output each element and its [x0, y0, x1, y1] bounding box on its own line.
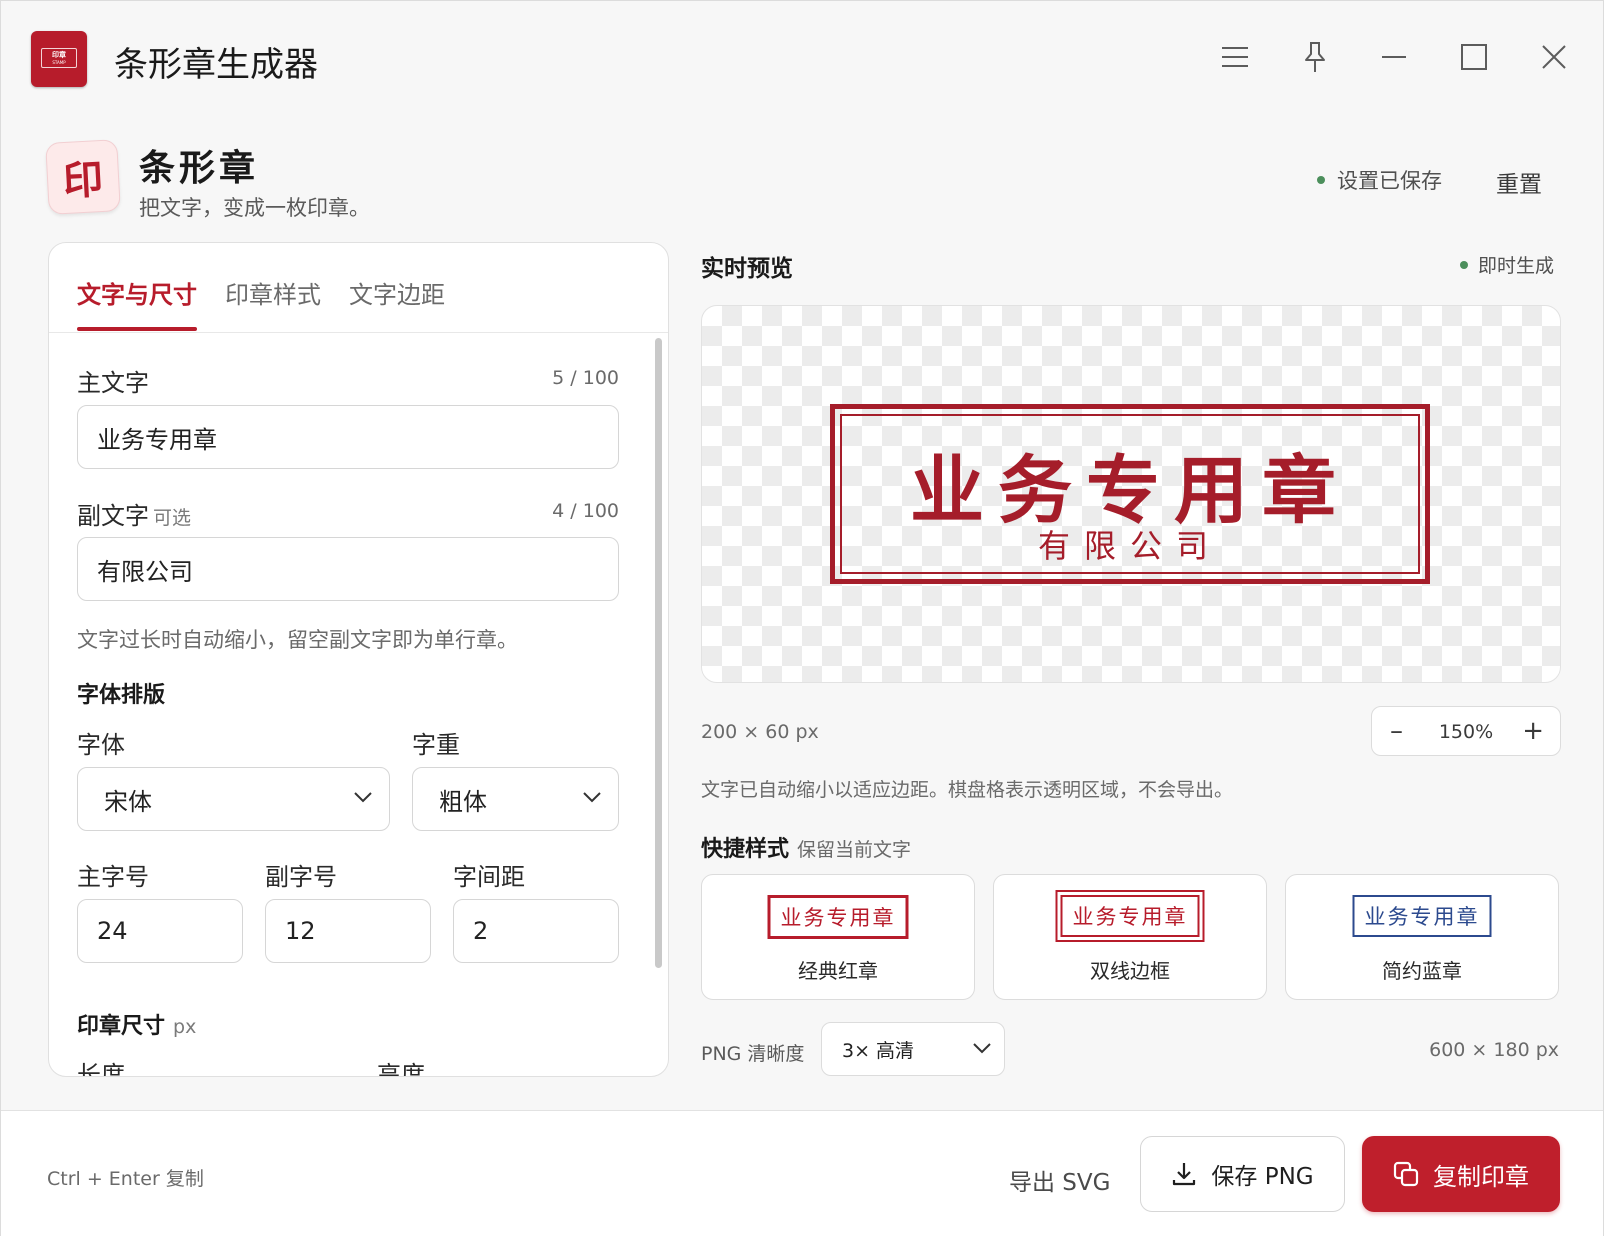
png-quality-label: PNG 清晰度 — [701, 1043, 805, 1065]
sub-text-label: 副文字 — [77, 502, 149, 530]
stamp-app-icon: 印 — [45, 139, 121, 215]
settings-tabs: 文字与尺寸 印章样式 文字边距 — [49, 243, 668, 333]
tab-text-size[interactable]: 文字与尺寸 — [77, 275, 197, 310]
main-text-label: 主文字 — [77, 369, 149, 397]
settings-scrollbar[interactable] — [655, 338, 662, 968]
png-quality-value: 3× 高清 — [842, 1039, 915, 1062]
main-text-input[interactable]: 业务专用章 — [77, 405, 619, 469]
typography-section-title: 字体排版 — [77, 683, 166, 708]
active-tab-indicator — [77, 327, 197, 331]
close-icon — [1542, 45, 1566, 69]
stamp-size-title: 印章尺寸 — [77, 1014, 166, 1039]
app-logo-text: 印章 — [52, 51, 66, 59]
maximize-icon — [1461, 44, 1487, 70]
stamp-preview: 业务专用章 有限公司 — [830, 404, 1430, 584]
reset-button[interactable]: 重置 — [1496, 165, 1542, 199]
sub-size-input[interactable]: 12 — [265, 899, 431, 963]
minimize-button[interactable] — [1374, 37, 1414, 77]
spacing-label: 字间距 — [453, 863, 525, 891]
app-logo: 印章 STAMP — [31, 31, 87, 87]
save-png-button[interactable]: 保存 PNG — [1140, 1136, 1345, 1212]
download-icon — [1173, 1163, 1196, 1186]
tab-text-margin[interactable]: 文字边距 — [349, 275, 445, 310]
font-select-value: 宋体 — [104, 787, 152, 816]
page-title: 条形章 — [139, 148, 260, 189]
stamp-icon-char: 印 — [61, 155, 105, 206]
app-window: 印章 STAMP 条形章生成器 印 条形章 把文字，变成一枚印章。 设置已保存 … — [0, 0, 1604, 1236]
sub-text-label-group: 副文字 可选 — [77, 496, 191, 531]
quick-styles-subtitle: 保留当前文字 — [797, 839, 912, 861]
pin-button[interactable] — [1295, 37, 1335, 77]
chevron-down-icon — [354, 792, 372, 803]
main-size-input[interactable]: 24 — [77, 899, 243, 963]
app-logo-mark: 印章 STAMP — [41, 48, 77, 68]
copy-stamp-label: 复制印章 — [1433, 1162, 1529, 1191]
text-hint: 文字过长时自动缩小，留空副文字即为单行章。 — [77, 628, 518, 652]
quick-style-classic-red[interactable]: 业务专用章 经典红章 — [701, 874, 975, 1000]
weight-select[interactable]: 粗体 — [412, 767, 619, 831]
app-logo-sub: STAMP — [52, 60, 66, 65]
quick-style-simple-blue[interactable]: 业务专用章 简约蓝章 — [1285, 874, 1559, 1000]
preview-note: 文字已自动缩小以适应边距。棋盘格表示透明区域，不会导出。 — [701, 779, 1234, 801]
main-size-label: 主字号 — [77, 863, 149, 891]
save-png-label: 保存 PNG — [1211, 1164, 1314, 1190]
stamp-sub-text: 有限公司 — [1037, 527, 1222, 565]
spacing-input[interactable]: 2 — [453, 899, 619, 963]
quick-style-sample: 业务专用章 — [767, 895, 909, 939]
quick-styles-title: 快捷样式 — [701, 837, 790, 862]
main-text-count: 5 / 100 — [552, 367, 619, 389]
sub-text-input[interactable]: 有限公司 — [77, 537, 619, 601]
chevron-down-icon — [583, 792, 601, 803]
export-svg-button[interactable]: 导出 SVG — [1009, 1163, 1110, 1197]
export-dimensions: 600 × 180 px — [1429, 1039, 1559, 1061]
minimize-icon — [1382, 56, 1406, 58]
menu-button[interactable] — [1215, 37, 1255, 77]
zoom-control: – 150% + — [1371, 706, 1561, 756]
chevron-down-icon — [973, 1043, 991, 1054]
tab-stamp-style[interactable]: 印章样式 — [225, 275, 321, 310]
stamp-size-section: 印章尺寸 px — [77, 1008, 196, 1040]
length-label: 长度 — [77, 1061, 125, 1077]
copy-icon — [1393, 1161, 1419, 1187]
png-quality-select[interactable]: 3× 高清 — [821, 1022, 1005, 1076]
page-subtitle: 把文字，变成一枚印章。 — [139, 196, 370, 220]
font-select[interactable]: 宋体 — [77, 767, 390, 831]
sub-text-count: 4 / 100 — [552, 500, 619, 522]
quick-style-name: 双线边框 — [1090, 959, 1170, 983]
quick-style-double-border[interactable]: 业务专用章 双线边框 — [993, 874, 1267, 1000]
instant-status: 即时生成 — [1460, 251, 1554, 278]
window-title: 条形章生成器 — [114, 45, 318, 85]
maximize-button[interactable] — [1454, 37, 1494, 77]
status-dot-icon — [1460, 260, 1468, 269]
sub-size-label: 副字号 — [265, 863, 337, 891]
title-bar: 印章 STAMP 条形章生成器 — [1, 1, 1603, 119]
pin-icon — [1305, 42, 1325, 72]
saved-status: 设置已保存 — [1317, 165, 1442, 195]
weight-label: 字重 — [412, 731, 460, 759]
footer-bar: Ctrl + Enter 复制 导出 SVG 保存 PNG 复制印章 — [1, 1110, 1603, 1236]
preview-dimensions: 200 × 60 px — [701, 721, 819, 743]
status-dot-icon — [1317, 176, 1325, 184]
copy-stamp-button[interactable]: 复制印章 — [1362, 1136, 1560, 1212]
zoom-in-button[interactable]: + — [1522, 716, 1544, 746]
font-label: 字体 — [77, 731, 125, 759]
close-button[interactable] — [1534, 37, 1574, 77]
quick-style-sample: 业务专用章 — [1352, 895, 1492, 937]
hamburger-menu-icon — [1222, 47, 1248, 67]
stamp-preview-canvas: 业务专用章 有限公司 — [701, 305, 1561, 683]
settings-panel: 文字与尺寸 印章样式 文字边距 主文字 5 / 100 业务专用章 副文字 可选 … — [48, 242, 669, 1077]
sub-text-optional: 可选 — [153, 507, 192, 529]
height-label: 高度 — [377, 1061, 425, 1077]
quick-style-name: 经典红章 — [798, 959, 878, 983]
quick-styles-header: 快捷样式 保留当前文字 — [701, 831, 911, 863]
instant-status-label: 即时生成 — [1478, 255, 1555, 277]
weight-select-value: 粗体 — [439, 787, 487, 816]
stamp-size-unit: px — [173, 1016, 197, 1038]
shortcut-hint: Ctrl + Enter 复制 — [47, 1168, 204, 1190]
quick-style-name: 简约蓝章 — [1382, 959, 1462, 983]
preview-title: 实时预览 — [701, 256, 793, 282]
saved-status-label: 设置已保存 — [1337, 169, 1442, 193]
quick-style-sample: 业务专用章 — [1055, 890, 1205, 942]
